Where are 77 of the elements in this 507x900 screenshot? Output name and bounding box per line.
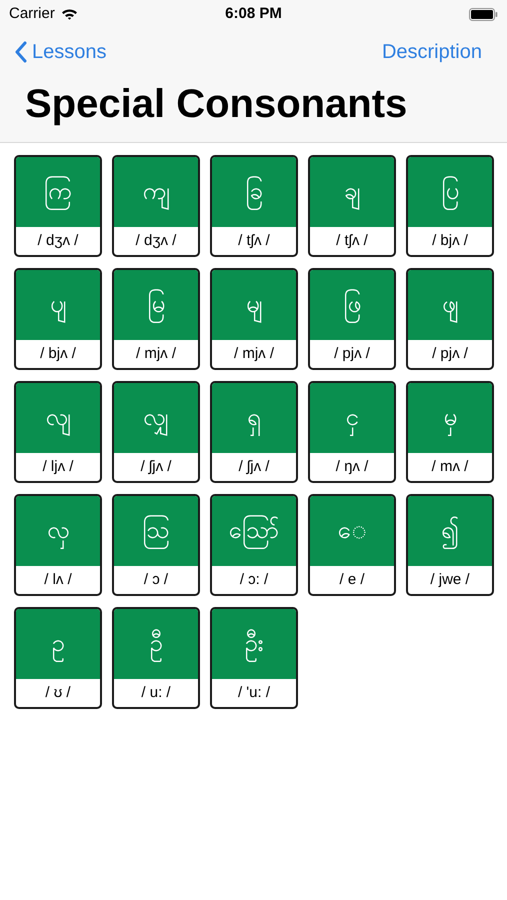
sound-label: / ɔ: /: [240, 570, 268, 590]
sound-label: / tʃʌ /: [336, 230, 368, 251]
letter-glyph: ဩ: [142, 500, 170, 562]
letter-glyph: ရှ: [247, 387, 261, 449]
letter-glyph: ကြ: [44, 161, 72, 223]
letter-card[interactable]: ၍ / jwe /: [406, 494, 494, 596]
letter-card[interactable]: ဦး / 'u: /: [210, 607, 298, 709]
letter-card[interactable]: ဥ / ʊ /: [14, 607, 102, 709]
chevron-left-icon: [15, 41, 27, 63]
sound-label: / mjʌ /: [136, 344, 176, 364]
letter-glyph: ေ: [338, 516, 366, 546]
sound-label: / ʊ /: [45, 682, 71, 703]
letter-card[interactable]: ခြ / tʃʌ /: [210, 155, 298, 257]
sound-label: / mjʌ /: [234, 344, 274, 364]
sound-label: / mʌ /: [432, 456, 468, 477]
letter-glyph: မျ: [246, 274, 262, 336]
letter-card[interactable]: မျ / mjʌ /: [210, 268, 298, 370]
sound-label: / tʃʌ /: [238, 230, 270, 251]
sound-label: / jwe /: [430, 570, 470, 590]
sound-label: / ɔ /: [144, 570, 168, 590]
letter-glyph: လျ: [46, 387, 70, 449]
sound-label: / e /: [339, 570, 364, 590]
letter-glyph: ဥ: [52, 613, 64, 675]
letter-card[interactable]: ငှ / ŋʌ /: [308, 381, 396, 483]
letter-card[interactable]: ဦ / u: /: [112, 607, 200, 709]
letter-card[interactable]: ပြ / bjʌ /: [406, 155, 494, 257]
letter-glyph: ကျ: [142, 161, 170, 223]
carrier-label: Carrier: [9, 4, 55, 24]
letter-glyph: ဖြ: [344, 274, 360, 336]
sound-label: / pjʌ /: [432, 344, 468, 364]
sound-label: / bjʌ /: [432, 230, 468, 251]
sound-label: / 'u: /: [238, 682, 270, 703]
sound-label: / ʃjʌ /: [238, 456, 270, 477]
letter-card[interactable]: လှ / lʌ /: [14, 494, 102, 596]
letter-glyph: ၍: [441, 500, 459, 562]
letter-glyph: ဖျ: [442, 274, 458, 336]
sound-label: / ʃjʌ /: [140, 456, 172, 477]
letter-glyph: လျှ: [143, 387, 169, 449]
letter-card[interactable]: လျှ / ʃjʌ /: [112, 381, 200, 483]
letter-card[interactable]: မှ / mʌ /: [406, 381, 494, 483]
letter-glyph: ပြ: [442, 161, 458, 223]
sound-label: / ljʌ /: [42, 456, 74, 477]
letter-card[interactable]: ဖျ / pjʌ /: [406, 268, 494, 370]
clock-time: 6:08 PM: [225, 4, 282, 24]
letter-card[interactable]: ေ / e /: [308, 494, 396, 596]
sound-label: / pjʌ /: [334, 344, 370, 364]
sound-label: / dʒʌ /: [136, 230, 176, 251]
letter-glyph: ဦ: [150, 613, 162, 675]
sound-label: / lʌ /: [44, 570, 72, 590]
letter-card[interactable]: လျ / ljʌ /: [14, 381, 102, 483]
battery-icon: [469, 8, 498, 20]
sound-label: / u: /: [141, 682, 171, 703]
letter-glyph: ငှ: [346, 387, 358, 449]
sound-label: / dʒʌ /: [38, 230, 78, 251]
description-button[interactable]: Description: [382, 37, 492, 67]
letter-glyph: မြ: [148, 274, 164, 336]
letter-glyph: ဪ: [228, 500, 280, 562]
letter-glyph: ချ: [344, 161, 360, 223]
letter-card[interactable]: ပျ / bjʌ /: [14, 268, 102, 370]
letter-glyph: ပျ: [50, 274, 66, 336]
letter-card[interactable]: ဪ / ɔ: /: [210, 494, 298, 596]
letter-card[interactable]: ဩ / ɔ /: [112, 494, 200, 596]
letter-card[interactable]: မြ / mjʌ /: [112, 268, 200, 370]
wifi-icon: [60, 8, 78, 20]
letter-glyph: လှ: [47, 500, 69, 562]
letter-card[interactable]: ကြ / dʒʌ /: [14, 155, 102, 257]
letter-glyph: ခြ: [246, 161, 262, 223]
sound-label: / ŋʌ /: [336, 456, 368, 477]
back-button[interactable]: Lessons: [15, 37, 106, 67]
letter-card[interactable]: ဖြ / pjʌ /: [308, 268, 396, 370]
letter-card[interactable]: ကျ / dʒʌ /: [112, 155, 200, 257]
sound-label: / bjʌ /: [40, 344, 76, 364]
letter-card[interactable]: ရှ / ʃjʌ /: [210, 381, 298, 483]
letter-glyph: ဦး: [244, 613, 264, 675]
letter-card[interactable]: ချ / tʃʌ /: [308, 155, 396, 257]
letter-glyph: မှ: [444, 387, 456, 449]
page-title: Special Consonants: [24, 81, 408, 128]
